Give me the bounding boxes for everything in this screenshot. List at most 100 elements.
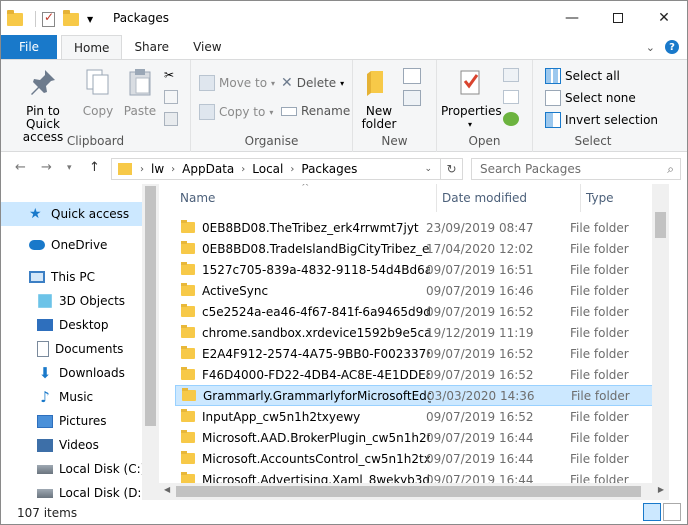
table-row[interactable]: 1527c705-839a-4832-9118-54d4Bd6a0c89...0…: [175, 259, 669, 280]
table-row[interactable]: Microsoft.AAD.BrokerPlugin_cw5n1h2txy...…: [175, 427, 669, 448]
sidebar-scroll-thumb[interactable]: [145, 186, 156, 426]
tab-file[interactable]: File: [1, 35, 57, 59]
sidebar-item-local-disk-c[interactable]: Local Disk (C:): [1, 457, 149, 481]
customize-dropdown-icon[interactable]: ▼: [87, 15, 93, 24]
refresh-icon[interactable]: ↻: [440, 159, 462, 179]
properties-icon[interactable]: [42, 10, 55, 27]
horizontal-scroll-thumb[interactable]: [176, 486, 641, 497]
sidebar-item-pictures[interactable]: Pictures: [1, 409, 149, 433]
file-list-scroll-thumb[interactable]: [655, 212, 666, 238]
tab-share[interactable]: Share: [122, 35, 181, 59]
new-folder-label: New folder: [361, 104, 397, 131]
easy-access-icon[interactable]: [403, 90, 421, 106]
table-row[interactable]: F46D4000-FD22-4DB4-AC8E-4E1DDE828...09/0…: [175, 364, 669, 385]
file-date: 23/09/2019 08:47: [426, 220, 534, 235]
navigation-pane: ★ Quick access OneDrive This PC 3D Objec…: [1, 184, 159, 500]
select-none-button[interactable]: Select none: [545, 90, 636, 106]
file-list-scrollbar[interactable]: [652, 184, 669, 500]
table-row[interactable]: InputApp_cw5n1h2txyewy 09/07/2019 16:52 Fi…: [175, 406, 669, 427]
sidebar-item-label: Music: [59, 390, 94, 404]
sidebar-item-music[interactable]: ♪ Music: [1, 385, 149, 409]
move-to-button[interactable]: Move to ▾: [199, 75, 275, 91]
delete-button[interactable]: ✕ Delete ▾: [281, 75, 344, 91]
paste-button[interactable]: Paste: [121, 66, 159, 118]
scroll-right-icon[interactable]: ▶: [658, 485, 664, 494]
invert-selection-button[interactable]: Invert selection: [545, 112, 658, 128]
sidebar-item-downloads[interactable]: ⬇ Downloads: [1, 361, 149, 385]
paste-shortcut-icon[interactable]: [164, 112, 178, 126]
table-row[interactable]: Grammarly.GrammarlyforMicrosoftEdge... 03…: [175, 385, 669, 406]
sidebar-item-videos[interactable]: Videos: [1, 433, 149, 457]
folder-icon: [181, 451, 195, 464]
sidebar-item-desktop[interactable]: Desktop: [1, 313, 149, 337]
table-row[interactable]: chrome.sandbox.xrdevice1592b9e5ca3a7...1…: [175, 322, 669, 343]
cut-icon[interactable]: ✂: [164, 68, 174, 82]
sidebar-item-local-disk-d[interactable]: Local Disk (D:): [1, 481, 149, 500]
close-button[interactable]: ✕: [641, 1, 687, 35]
pin-quick-access-button[interactable]: Pin to Quick access: [7, 66, 79, 144]
copy-button[interactable]: Copy: [81, 66, 115, 118]
search-input[interactable]: Search Packages ⌕: [471, 158, 681, 180]
drive-icon: [37, 464, 53, 474]
sidebar-item-quick-access[interactable]: ★ Quick access: [1, 202, 149, 226]
sidebar-item-label: Quick access: [51, 207, 130, 221]
breadcrumb-packages[interactable]: Packages: [301, 162, 357, 176]
file-type: File folder: [570, 346, 629, 361]
new-item-icon[interactable]: [403, 68, 421, 84]
tab-view[interactable]: View: [181, 35, 233, 59]
details-view-icon[interactable]: [643, 503, 661, 521]
rename-button[interactable]: Rename: [281, 104, 350, 118]
delete-label: Delete: [296, 76, 337, 90]
folder-icon: [118, 163, 132, 175]
copy-to-label: Copy to: [219, 105, 266, 119]
forward-icon[interactable]: →: [41, 160, 52, 175]
expand-ribbon-icon[interactable]: ⌄: [646, 41, 655, 54]
back-icon[interactable]: ←: [15, 160, 26, 175]
table-row[interactable]: ActiveSync 09/07/2019 16:46 File folder: [175, 280, 669, 301]
horizontal-scrollbar[interactable]: ◀ ▶: [159, 483, 669, 500]
sidebar-item-documents[interactable]: Documents: [1, 337, 149, 361]
new-folder-button[interactable]: New folder: [359, 66, 399, 131]
minimize-button[interactable]: —: [549, 1, 595, 35]
table-row[interactable]: E2A4F912-2574-4A75-9BB0-F0023378592...09…: [175, 343, 669, 364]
copy-to-icon: [199, 104, 215, 120]
breadcrumb-lw[interactable]: lw: [151, 162, 164, 176]
select-all-button[interactable]: Select all: [545, 68, 620, 84]
address-bar[interactable]: › lw › AppData › Local › Packages ⌄ ↻: [111, 158, 463, 180]
copy-path-icon[interactable]: [164, 90, 178, 104]
properties-button[interactable]: Properties ▾: [441, 66, 502, 131]
file-name: c5e2524a-ea46-4f67-841f-6a9465d9d515_...: [202, 304, 430, 319]
desktop-icon: [37, 319, 53, 331]
table-row[interactable]: 0EB8BD08.TheTribez_erk4rrwmt7jyt 23/09/20…: [175, 217, 669, 238]
scroll-left-icon[interactable]: ◀: [164, 485, 170, 494]
sidebar-scrollbar[interactable]: [142, 184, 159, 500]
large-icons-view-icon[interactable]: [663, 503, 681, 521]
clipboard-group: Pin to Quick access Copy Paste ✂ Clipboa…: [1, 60, 191, 152]
column-date-modified[interactable]: Date modified: [437, 184, 581, 212]
sidebar-item-3d-objects[interactable]: 3D Objects: [1, 289, 149, 313]
history-icon[interactable]: [503, 112, 519, 126]
edit-icon[interactable]: [503, 90, 519, 104]
table-row[interactable]: Microsoft.AccountsControl_cw5n1h2txy... 0…: [175, 448, 669, 469]
sidebar-item-label: Videos: [59, 438, 99, 452]
cloud-icon: [29, 240, 45, 250]
breadcrumb-local[interactable]: Local: [252, 162, 283, 176]
address-history-icon[interactable]: ⌄: [424, 164, 432, 174]
folder-icon: [181, 220, 195, 233]
open-icon[interactable]: [503, 68, 519, 82]
help-icon[interactable]: ?: [665, 40, 679, 54]
table-row[interactable]: c5e2524a-ea46-4f67-841f-6a9465d9d515_...…: [175, 301, 669, 322]
sidebar-item-this-pc[interactable]: This PC: [1, 265, 149, 289]
up-icon[interactable]: ↑: [89, 160, 100, 175]
table-row[interactable]: 0EB8BD08.TradeIslandBigCityTribez_erk4rr…: [175, 238, 669, 259]
move-to-icon: [199, 75, 215, 91]
maximize-button[interactable]: [595, 1, 641, 35]
new-folder-icon[interactable]: [63, 9, 79, 26]
recent-locations-icon[interactable]: ▾: [67, 163, 72, 173]
breadcrumb-appdata[interactable]: AppData: [182, 162, 234, 176]
tab-home[interactable]: Home: [61, 35, 123, 60]
sidebar-item-onedrive[interactable]: OneDrive: [1, 233, 149, 257]
copy-to-button[interactable]: Copy to ▾: [199, 104, 273, 120]
file-date: 19/12/2019 11:19: [426, 325, 534, 340]
select-group: Select all Select none Invert selection …: [533, 60, 658, 152]
